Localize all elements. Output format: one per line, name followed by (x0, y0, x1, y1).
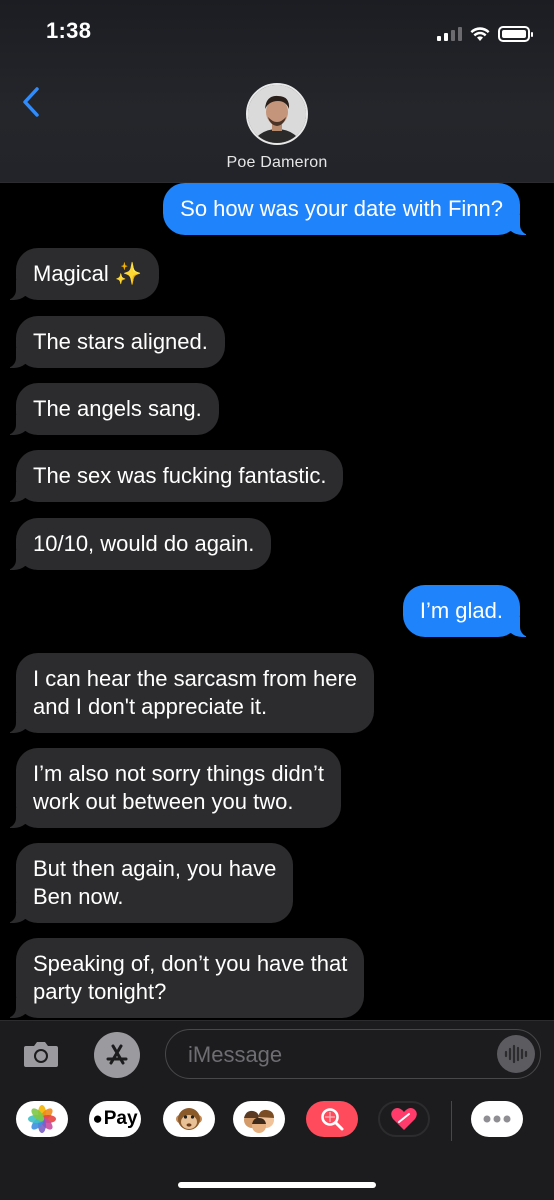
apple-pay-button[interactable]: ● Pay (89, 1101, 141, 1137)
memoji-app-button[interactable] (233, 1101, 285, 1137)
app-drawer: ● Pay (0, 1093, 554, 1153)
battery-icon (498, 26, 533, 42)
digital-touch-icon (391, 1108, 417, 1130)
status-icons (437, 24, 533, 44)
message-input[interactable]: iMessage (165, 1029, 541, 1079)
photos-app-button[interactable] (16, 1101, 68, 1137)
message-bubble-incoming[interactable]: But then again, you have Ben now. (5, 843, 294, 923)
message-bubble-incoming[interactable]: I’m also not sorry things didn’t work ou… (5, 748, 342, 828)
app-drawer-divider (451, 1101, 452, 1141)
images-search-app-button[interactable] (306, 1101, 358, 1137)
message-bubble-incoming[interactable]: The stars aligned. (6, 316, 225, 368)
apple-pay-label: Pay (103, 1108, 138, 1129)
message-bubble-incoming[interactable]: I can hear the sarcasm from here and I d… (5, 653, 375, 733)
message-composer: iMessage ● Pay (0, 1020, 554, 1200)
cellular-signal-icon (437, 27, 462, 41)
camera-icon (24, 1042, 58, 1067)
home-indicator[interactable] (178, 1182, 376, 1188)
message-bubble-outgoing[interactable]: So how was your date with Finn? (163, 183, 530, 235)
contact-name[interactable]: Poe Dameron (0, 154, 554, 172)
app-store-icon (106, 1044, 128, 1065)
memoji-icon (244, 1109, 274, 1133)
message-bubble-incoming[interactable]: The sex was fucking fantastic. (5, 450, 344, 502)
more-apps-button[interactable] (471, 1101, 523, 1137)
chevron-left-icon (23, 87, 39, 117)
app-store-button[interactable] (94, 1032, 140, 1078)
animoji-monkey-icon (176, 1108, 202, 1130)
message-bubble-incoming[interactable]: The angels sang. (6, 383, 219, 435)
more-icon (483, 1115, 511, 1123)
search-images-icon (321, 1108, 344, 1131)
audio-waveform-icon (504, 1044, 528, 1064)
contact-photo (248, 85, 306, 143)
message-bubble-incoming[interactable]: Speaking of, don’t you have that party t… (5, 938, 365, 1018)
contact-avatar[interactable] (246, 83, 308, 145)
animoji-app-button[interactable] (163, 1101, 215, 1137)
message-bubble-incoming[interactable]: Magical ✨ (5, 248, 160, 300)
status-time: 1:38 (46, 18, 92, 43)
message-input-placeholder: iMessage (188, 1042, 283, 1067)
apple-logo-icon: ● (92, 1109, 103, 1128)
audio-message-button[interactable] (497, 1035, 535, 1073)
wifi-icon (470, 27, 490, 41)
photos-icon (28, 1105, 56, 1133)
message-bubble-incoming[interactable]: 10/10, would do again. (5, 518, 272, 570)
message-bubble-outgoing[interactable]: I’m glad. (402, 585, 531, 637)
digital-touch-app-button[interactable] (378, 1101, 430, 1137)
camera-button[interactable] (20, 1033, 62, 1075)
conversation-header: 1:38 Poe Dameron (0, 0, 554, 183)
back-button[interactable] (16, 84, 46, 120)
